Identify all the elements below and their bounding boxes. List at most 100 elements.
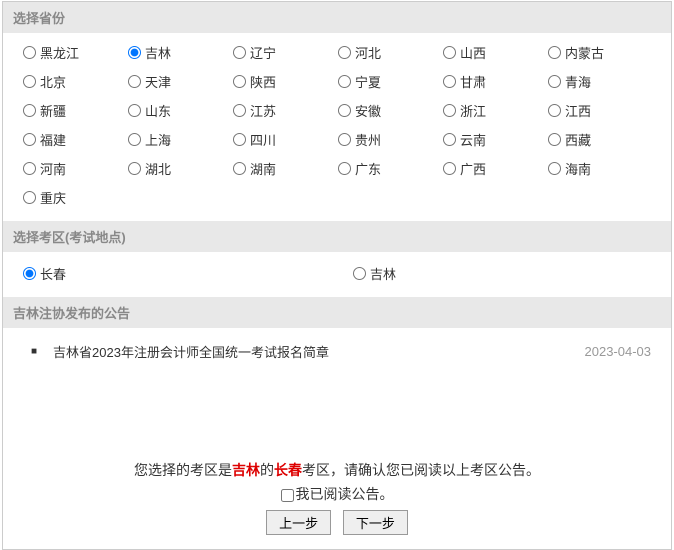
province-item-新疆[interactable]: 新疆 [23,101,128,120]
province-item-四川[interactable]: 四川 [233,130,338,149]
province-item-安徽[interactable]: 安徽 [338,101,443,120]
province-item-北京[interactable]: 北京 [23,72,128,91]
main-container: 选择省份 黑龙江吉林辽宁河北山西内蒙古北京天津陕西宁夏甘肃青海新疆山东江苏安徽浙… [2,1,672,550]
province-label: 宁夏 [355,72,381,91]
province-radio[interactable] [548,162,561,175]
province-label: 山东 [145,101,171,120]
province-item-福建[interactable]: 福建 [23,130,128,149]
province-item-浙江[interactable]: 浙江 [443,101,548,120]
province-item-湖北[interactable]: 湖北 [128,159,233,178]
province-item-青海[interactable]: 青海 [548,72,653,91]
province-row: 黑龙江吉林辽宁河北山西 内蒙古 [23,43,651,62]
province-item-甘肃[interactable]: 甘肃 [443,72,548,91]
province-radio[interactable] [338,133,351,146]
province-radio[interactable] [443,133,456,146]
province-radio[interactable] [128,104,141,117]
province-radio[interactable] [23,162,36,175]
province-item-广西[interactable]: 广西 [443,159,548,178]
province-radio[interactable] [128,46,141,59]
province-radio[interactable] [338,104,351,117]
district-section-header: 选择考区(考试地点) [3,221,671,252]
footer: 您选择的考区是吉林的长春考区，请确认您已阅读以上考区公告。 我已阅读公告。 [3,448,671,549]
province-label: 广东 [355,159,381,178]
province-label: 云南 [460,130,486,149]
province-radio[interactable] [548,104,561,117]
province-radio[interactable] [233,162,246,175]
province-item-云南[interactable]: 云南 [443,130,548,149]
province-radio[interactable] [443,75,456,88]
province-item-海南[interactable]: 海南 [548,159,653,178]
province-item-湖南[interactable]: 湖南 [233,159,338,178]
province-item-河南[interactable]: 河南 [23,159,128,178]
province-radio[interactable] [548,46,561,59]
province-item-河北[interactable]: 河北 [338,43,443,62]
province-item-上海[interactable]: 上海 [128,130,233,149]
province-label: 上海 [145,130,171,149]
district-label: 吉林 [370,264,396,283]
district-label: 长春 [40,264,66,283]
province-item-山东[interactable]: 山东 [128,101,233,120]
province-label: 河南 [40,159,66,178]
province-item-陕西[interactable]: 陕西 [233,72,338,91]
province-radio[interactable] [23,46,36,59]
province-radio[interactable] [443,46,456,59]
province-radio[interactable] [23,191,36,204]
province-label: 青海 [565,72,591,91]
province-row: 河南 湖北湖南 广东 广西海南 [23,159,651,178]
district-radio[interactable] [23,267,36,280]
province-item-黑龙江[interactable]: 黑龙江 [23,43,128,62]
confirm-checkbox[interactable] [281,489,294,502]
province-label: 江西 [565,101,591,120]
next-button[interactable] [343,510,408,535]
province-label: 湖南 [250,159,276,178]
province-radio[interactable] [23,75,36,88]
province-radio[interactable] [128,75,141,88]
province-radio[interactable] [443,104,456,117]
district-item-长春[interactable]: 长春 [23,264,353,283]
province-item-重庆[interactable]: 重庆 [23,188,128,207]
province-item-吉林[interactable]: 吉林 [128,43,233,62]
province-label: 山西 [460,43,486,62]
province-radio[interactable] [128,133,141,146]
province-radio[interactable] [233,46,246,59]
province-label: 西藏 [565,130,591,149]
button-row [3,510,671,535]
province-radio[interactable] [128,162,141,175]
province-radio[interactable] [233,104,246,117]
province-item-江西[interactable]: 江西 [548,101,653,120]
province-radio[interactable] [338,162,351,175]
province-item-辽宁[interactable]: 辽宁 [233,43,338,62]
province-row: 重庆 [23,188,651,207]
province-label: 贵州 [355,130,381,149]
announcement-date: 2023-04-03 [585,344,652,359]
province-item-天津[interactable]: 天津 [128,72,233,91]
province-label: 海南 [565,159,591,178]
province-item-内蒙古[interactable]: 内蒙古 [548,43,653,62]
province-radio[interactable] [233,133,246,146]
province-item-江苏[interactable]: 江苏 [233,101,338,120]
province-radio[interactable] [23,133,36,146]
confirm-prefix: 您选择的考区是 [134,462,232,478]
province-item-山西[interactable]: 山西 [443,43,548,62]
province-radio[interactable] [23,104,36,117]
province-label: 安徽 [355,101,381,120]
checkbox-label: 我已阅读公告。 [296,486,394,502]
confirm-province: 吉林 [232,462,260,478]
province-label: 天津 [145,72,171,91]
district-radio[interactable] [353,267,366,280]
province-radio[interactable] [548,75,561,88]
province-radio[interactable] [443,162,456,175]
announcement-title[interactable]: 吉林省2023年注册会计师全国统一考试报名简章 [53,342,329,361]
province-row: 北京天津 陕西宁夏 甘肃青海 [23,72,651,91]
check-row: 我已阅读公告。 [3,484,671,504]
province-radio[interactable] [548,133,561,146]
district-item-吉林[interactable]: 吉林 [353,264,396,283]
province-item-广东[interactable]: 广东 [338,159,443,178]
province-item-西藏[interactable]: 西藏 [548,130,653,149]
province-radio[interactable] [233,75,246,88]
prev-button[interactable] [266,510,331,535]
province-item-贵州[interactable]: 贵州 [338,130,443,149]
province-radio[interactable] [338,75,351,88]
province-item-宁夏[interactable]: 宁夏 [338,72,443,91]
province-radio[interactable] [338,46,351,59]
